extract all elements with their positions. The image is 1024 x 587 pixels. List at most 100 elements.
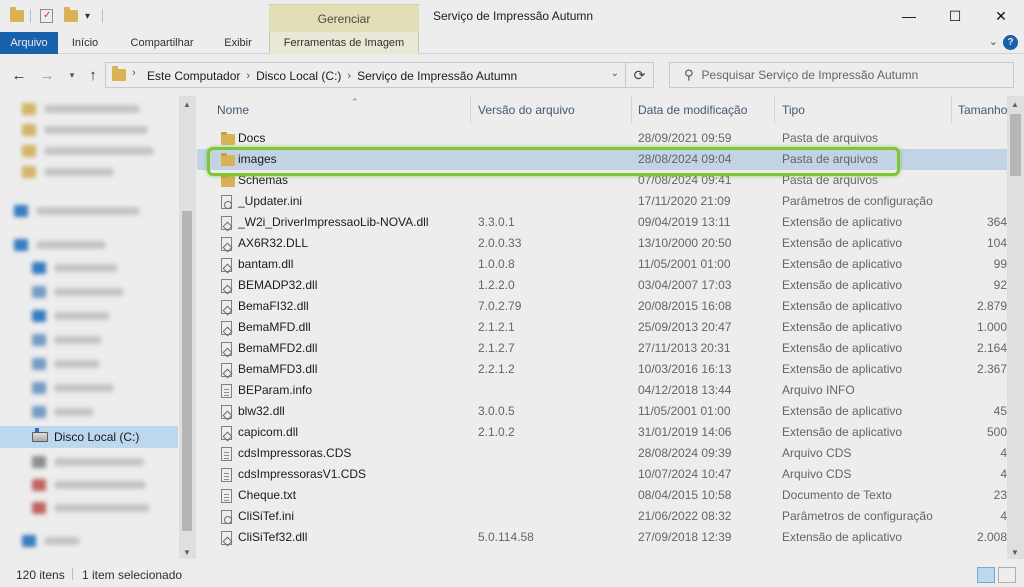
search-input[interactable]: ⚲ Pesquisar Serviço de Impressão Autumn <box>669 62 1014 88</box>
breadcrumb-item[interactable]: Disco Local (C:) <box>251 69 346 83</box>
expand-ribbon-icon[interactable]: ⌄ <box>989 35 998 48</box>
table-row[interactable]: images 28/08/2024 09:04 Pasta de arquivos <box>197 149 1007 170</box>
close-button[interactable]: ✕ <box>978 0 1024 32</box>
table-row[interactable]: AX6R32.DLL 2.0.0.33 13/10/2000 20:50 Extens… <box>197 233 1007 254</box>
cell-name: Schemas <box>238 173 289 187</box>
column-header-size[interactable]: Tamanho <box>952 96 1010 124</box>
sidebar-item[interactable] <box>14 202 140 220</box>
minimize-button[interactable]: — <box>886 0 932 32</box>
table-row[interactable]: BemaMFD2.dll 2.1.2.7 27/11/2013 20:31 Exten… <box>197 338 1007 359</box>
dll-file-icon <box>221 342 232 356</box>
scroll-up-icon[interactable]: ▲ <box>183 100 191 109</box>
quick-access-folder-icon[interactable] <box>10 6 24 26</box>
cell-type: Extensão de aplicativo <box>782 278 903 292</box>
sidebar-item[interactable] <box>32 379 114 397</box>
sidebar-item[interactable] <box>32 453 144 471</box>
sidebar-item[interactable] <box>32 499 150 517</box>
customize-toolbar-icon[interactable]: ▾ <box>85 6 90 26</box>
properties-icon[interactable]: ✓ <box>40 6 53 26</box>
table-row[interactable]: CliSiTef32.dll 5.0.114.58 27/09/2018 12:39… <box>197 527 1007 548</box>
sidebar-item[interactable] <box>32 403 94 421</box>
sidebar-item[interactable] <box>32 283 124 301</box>
scrollbar-thumb[interactable] <box>1010 114 1021 176</box>
sidebar-item[interactable] <box>22 532 80 550</box>
forward-arrow-icon[interactable]: → <box>38 66 56 84</box>
cell-type: Extensão de aplicativo <box>782 341 903 355</box>
cell-ver <box>478 170 628 191</box>
address-row: ← → ▾ ↑ › Este Computador › Disco Local … <box>0 54 1024 96</box>
sidebar-item[interactable] <box>32 259 118 277</box>
file-icon <box>221 447 232 461</box>
sidebar-scrollbar[interactable]: ▲ ▼ <box>179 96 196 559</box>
table-row[interactable]: _W2i_DriverImpressaoLib-NOVA.dll 3.3.0.1 0… <box>197 212 1007 233</box>
scroll-up-icon[interactable]: ▲ <box>1011 100 1019 109</box>
recent-locations-chevron-icon[interactable]: ▾ <box>63 66 81 84</box>
cell-name: CliSiTef.ini <box>238 509 295 523</box>
address-bar[interactable]: › Este Computador › Disco Local (C:) › S… <box>105 62 626 88</box>
tab-home[interactable]: Início <box>62 32 108 54</box>
sidebar-item[interactable] <box>32 355 100 373</box>
table-row[interactable]: Cheque.txt 08/04/2015 10:58 Documento de T… <box>197 485 1007 506</box>
chevron-down-icon[interactable]: ⌄ <box>611 68 619 79</box>
cell-date: 03/04/2007 17:03 <box>638 278 732 292</box>
breadcrumb-item[interactable]: Este Computador <box>142 69 245 83</box>
sidebar-item[interactable] <box>32 307 110 325</box>
dll-file-icon <box>221 531 232 545</box>
scroll-down-icon[interactable]: ▼ <box>183 548 191 557</box>
chevron-right-icon: › <box>132 67 136 79</box>
column-header-type[interactable]: Tipo <box>776 96 952 124</box>
breadcrumb-item[interactable]: Serviço de Impressão Autumn <box>352 69 522 83</box>
table-row[interactable]: cdsImpressoras.CDS 28/08/2024 09:39 Arquiv… <box>197 443 1007 464</box>
table-row[interactable]: BEMADP32.dll 1.2.2.0 03/04/2007 17:03 Exten… <box>197 275 1007 296</box>
cell-name: BEMADP32.dll <box>238 278 318 292</box>
sidebar-item-local-disk[interactable]: Disco Local (C:) <box>32 428 139 444</box>
file-list-scrollbar[interactable]: ▲ ▼ <box>1007 96 1024 559</box>
table-row[interactable]: CliSiTef.ini 21/06/2022 08:32 Parâmetros d… <box>197 506 1007 527</box>
column-header-date[interactable]: Data de modificação <box>632 96 775 124</box>
details-view-icon[interactable] <box>977 567 995 583</box>
cell-ver: 2.0.0.33 <box>478 236 522 250</box>
sidebar-item[interactable] <box>22 100 140 118</box>
new-folder-icon[interactable] <box>64 6 78 26</box>
table-row[interactable]: _Updater.ini 17/11/2020 21:09 Parâmetros d… <box>197 191 1007 212</box>
table-row[interactable]: Schemas 07/08/2024 09:41 Pasta de arquivos <box>197 170 1007 191</box>
refresh-icon[interactable]: ⟳ <box>626 62 654 88</box>
cell-name: bantam.dll <box>238 257 294 271</box>
context-group-manage[interactable]: Gerenciar <box>269 4 419 32</box>
folder-icon <box>221 174 235 187</box>
table-row[interactable]: capicom.dll 2.1.0.2 31/01/2019 14:06 Extens… <box>197 422 1007 443</box>
tab-view[interactable]: Exibir <box>214 32 262 54</box>
table-row[interactable]: BemaFI32.dll 7.0.2.79 20/08/2015 16:08 Exte… <box>197 296 1007 317</box>
sidebar-item[interactable] <box>22 142 154 160</box>
sidebar-item[interactable] <box>14 236 106 254</box>
dll-file-icon <box>221 258 232 272</box>
table-row[interactable]: BemaMFD.dll 2.1.2.1 25/09/2013 20:47 Extens… <box>197 317 1007 338</box>
cell-date: 08/04/2015 10:58 <box>638 488 732 502</box>
sidebar-item[interactable] <box>22 121 148 139</box>
folder-icon <box>221 153 235 166</box>
sidebar-item[interactable] <box>22 163 114 181</box>
scroll-down-icon[interactable]: ▼ <box>1011 548 1019 557</box>
table-row[interactable]: BemaMFD3.dll 2.2.1.2 10/03/2016 16:13 Exten… <box>197 359 1007 380</box>
back-arrow-icon[interactable]: ← <box>10 66 28 84</box>
table-row[interactable]: cdsImpressorasV1.CDS 10/07/2024 10:47 Arqu… <box>197 464 1007 485</box>
table-row[interactable]: Docs 28/09/2021 09:59 Pasta de arquivos <box>197 128 1007 149</box>
up-arrow-icon[interactable]: ↑ <box>84 66 102 84</box>
table-row[interactable]: BEParam.info 04/12/2018 13:44 Arquivo INFO <box>197 380 1007 401</box>
table-row[interactable]: bantam.dll 1.0.0.8 11/05/2001 01:00 Extensã… <box>197 254 1007 275</box>
scrollbar-thumb[interactable] <box>182 211 192 531</box>
cell-date: 11/05/2001 01:00 <box>638 257 731 271</box>
cell-size: 4 <box>1000 467 1007 481</box>
tab-file[interactable]: Arquivo <box>0 32 58 54</box>
tab-picture-tools[interactable]: Ferramentas de Imagem <box>269 32 419 54</box>
maximize-button[interactable]: ☐ <box>932 0 978 32</box>
sidebar-item[interactable] <box>32 476 146 494</box>
column-header-name[interactable]: Nome ⌃ <box>211 96 471 124</box>
table-row[interactable]: blw32.dll 3.0.0.5 11/05/2001 01:00 Extensão… <box>197 401 1007 422</box>
large-icons-view-icon[interactable] <box>998 567 1016 583</box>
help-icon[interactable]: ? <box>1003 35 1018 50</box>
cell-type: Extensão de aplicativo <box>782 320 903 334</box>
column-header-version[interactable]: Versão do arquivo <box>472 96 632 124</box>
sidebar-item[interactable] <box>32 331 102 349</box>
tab-share[interactable]: Compartilhar <box>118 32 206 54</box>
